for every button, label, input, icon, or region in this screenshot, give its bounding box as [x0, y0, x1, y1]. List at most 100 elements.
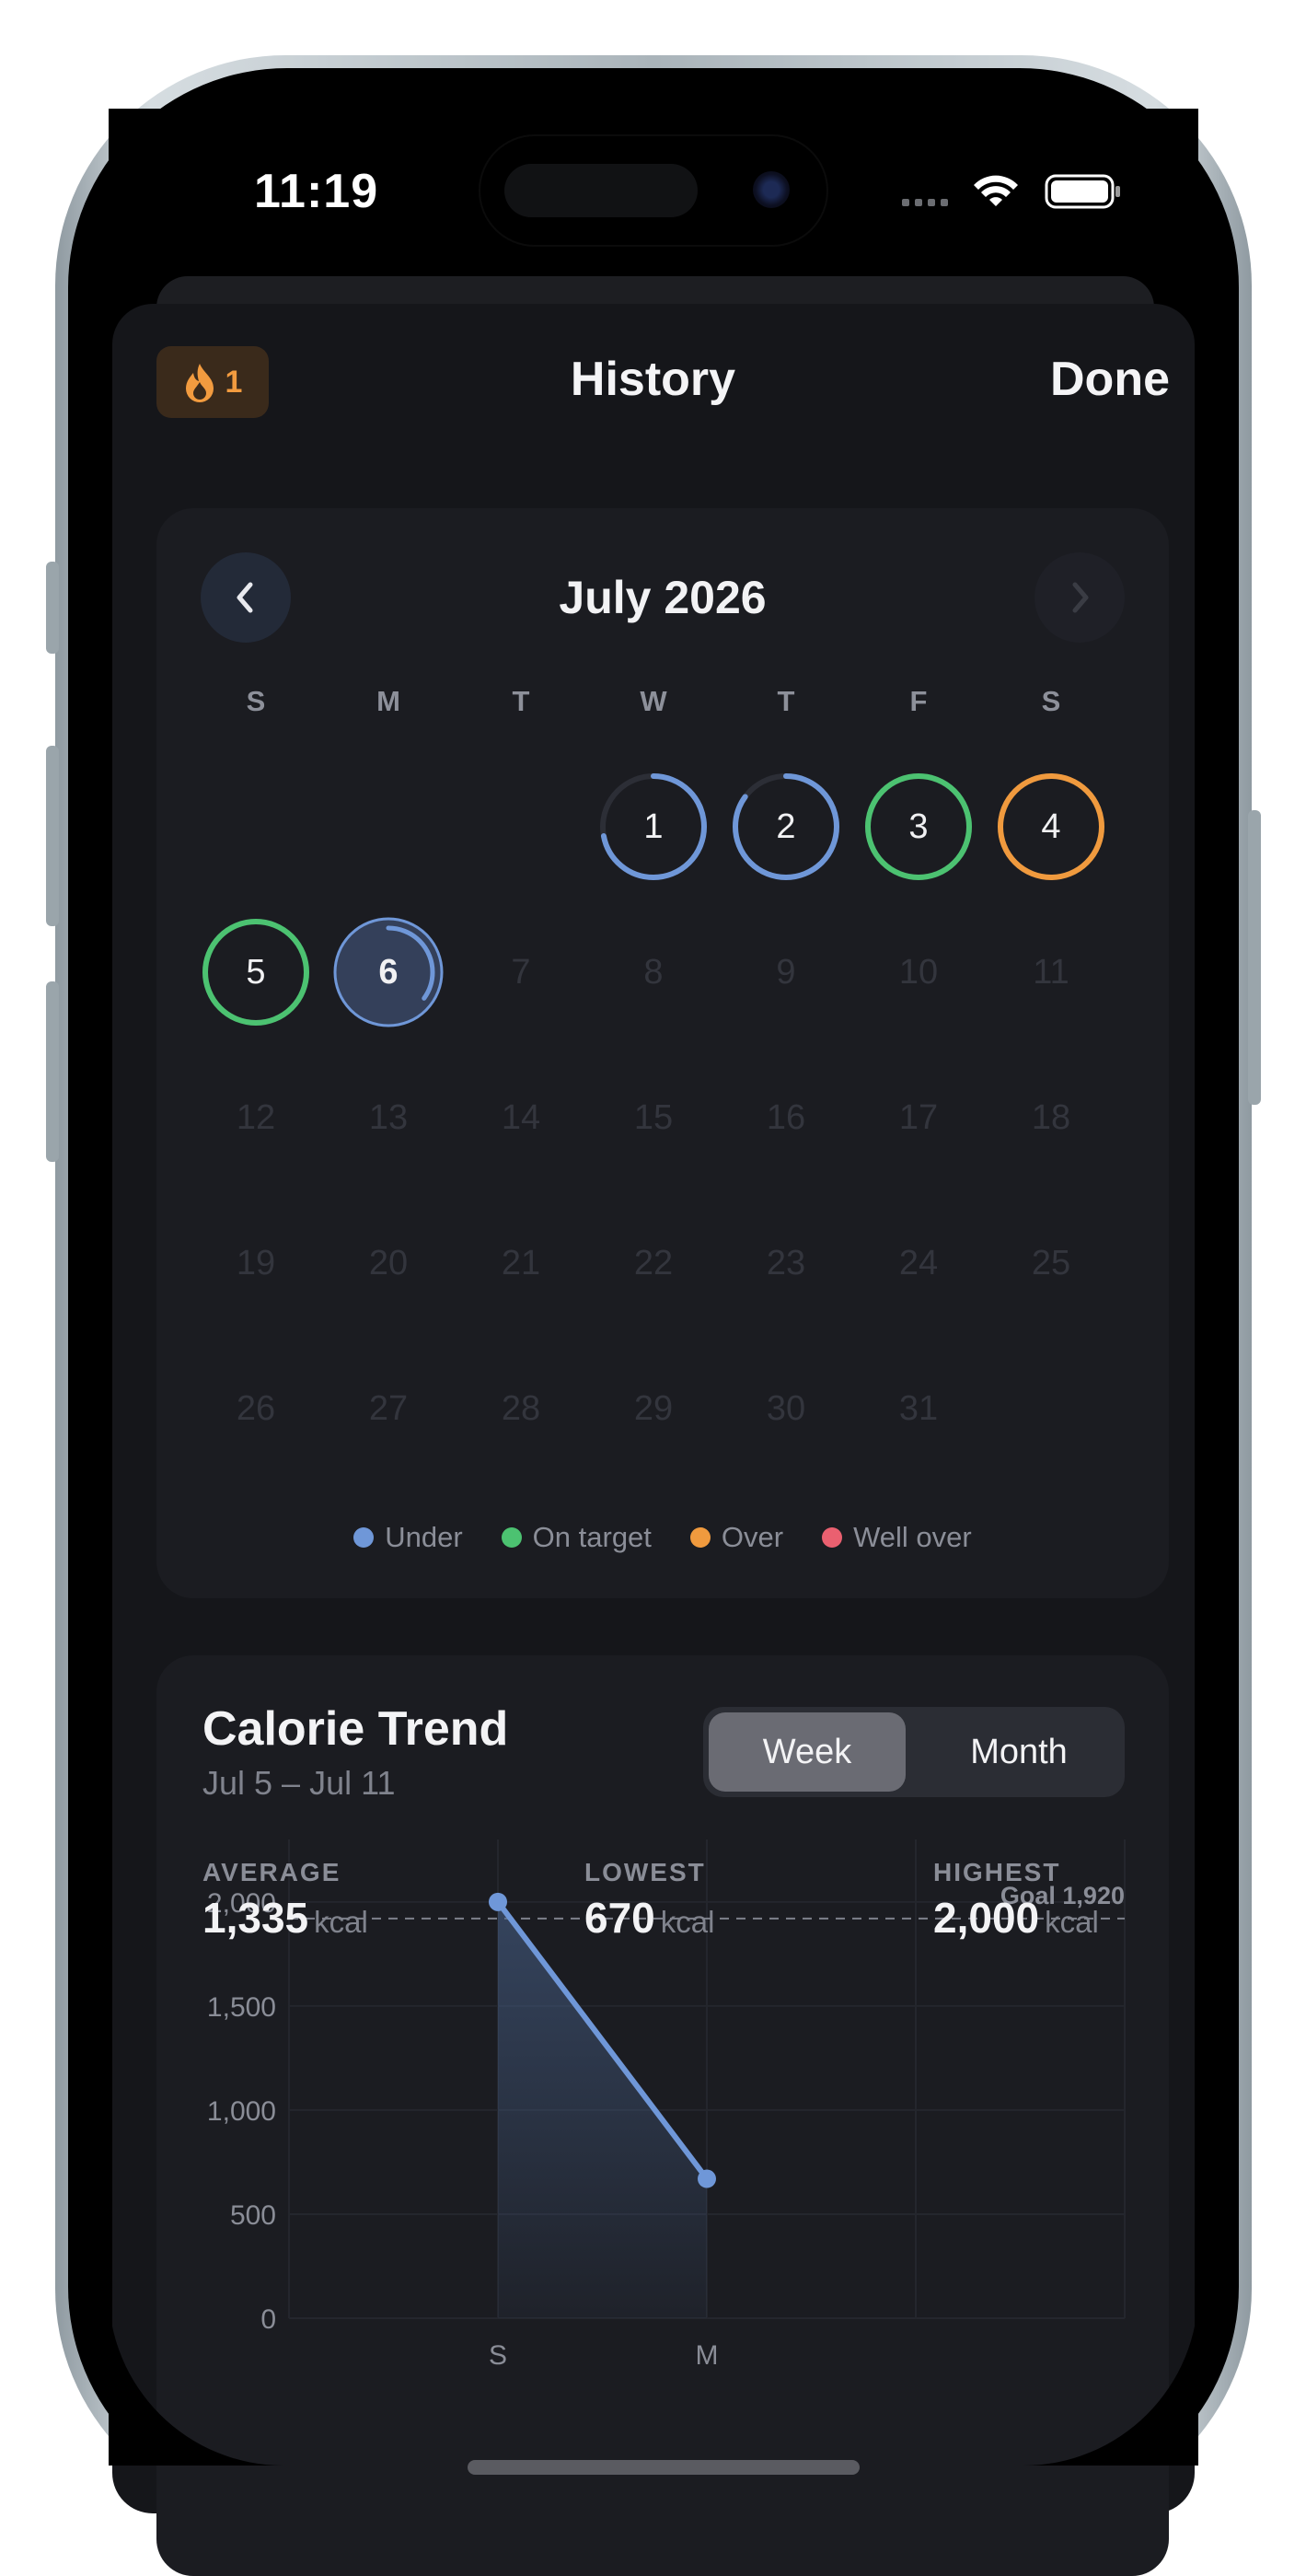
day-number: 12 — [236, 1097, 276, 1137]
day-number: 26 — [236, 1388, 276, 1428]
stat-value: 2,000 — [933, 1894, 1040, 1942]
day-number: 30 — [766, 1388, 806, 1428]
home-indicator[interactable] — [468, 2460, 860, 2475]
day-number: 2 — [776, 806, 796, 846]
calendar-day-12: 12 — [190, 1051, 322, 1184]
calendar-day-18: 18 — [985, 1051, 1117, 1184]
calendar-day-13: 13 — [322, 1051, 455, 1184]
y-tick-label: 500 — [230, 2200, 276, 2231]
volume-up-button — [46, 746, 59, 926]
calendar-day-2[interactable]: 2 — [720, 760, 852, 893]
x-tick-label: M — [696, 2340, 719, 2371]
volume-down-button — [46, 981, 59, 1162]
stat-lowest: LOWEST 670 kcal — [584, 1858, 714, 1943]
calendar-day-8: 8 — [587, 906, 720, 1039]
day-number: 17 — [898, 1097, 939, 1137]
legend-dot — [689, 1527, 711, 1548]
calendar-day-23: 23 — [720, 1197, 852, 1329]
weekday-label: T — [777, 685, 795, 717]
day-number: 8 — [643, 952, 664, 992]
legend-item: Well over — [822, 1521, 972, 1554]
weekday-label: S — [246, 685, 266, 717]
day-number: 9 — [776, 952, 796, 992]
stat-label: HIGHEST — [933, 1858, 1061, 1886]
day-number: 23 — [766, 1243, 806, 1282]
weekday-label: F — [909, 685, 928, 717]
period-segmented-control: Week Month — [703, 1707, 1125, 1797]
day-number: 27 — [368, 1388, 409, 1428]
legend-label: Under — [385, 1521, 463, 1553]
legend-item: Over — [689, 1521, 783, 1554]
day-number: 15 — [633, 1097, 674, 1137]
day-number: 20 — [368, 1243, 409, 1282]
calendar-day-14: 14 — [455, 1051, 587, 1184]
trend-date-range: Jul 5 – Jul 11 — [202, 1764, 396, 1802]
battery-icon — [1045, 174, 1120, 209]
legend-dot — [353, 1527, 375, 1548]
island-pill — [504, 164, 698, 217]
segment-week[interactable]: Week — [709, 1712, 906, 1792]
month-label: July 2026 — [559, 572, 767, 623]
calendar-day-4[interactable]: 4 — [985, 760, 1117, 893]
day-number: 14 — [501, 1097, 541, 1137]
data-point-S — [489, 1892, 507, 1911]
day-number: 25 — [1031, 1243, 1071, 1282]
weekday-label: M — [376, 685, 400, 717]
trend-title: Calorie Trend — [202, 1702, 509, 1756]
calendar-day-27: 27 — [322, 1342, 455, 1475]
legend-label: Well over — [853, 1521, 972, 1553]
calendar-day-24: 24 — [852, 1197, 985, 1329]
calendar-card: July 2026 SMTWTFS 1 2 3 4 5 6 7 8 9 10 11 12 13 14 15 1… — [156, 508, 1169, 1598]
legend-item: On target — [501, 1521, 652, 1554]
calendar-day-5[interactable]: 5 — [190, 906, 322, 1039]
calendar-day-6[interactable]: 6 — [322, 906, 455, 1039]
day-number: 13 — [368, 1097, 409, 1137]
calendar-day-3[interactable]: 3 — [852, 760, 985, 893]
stat-unit: kcal — [1045, 1905, 1099, 1939]
day-number: 18 — [1031, 1097, 1071, 1137]
weekday-label: T — [512, 685, 530, 717]
day-number: 31 — [898, 1388, 939, 1428]
day-number: 22 — [633, 1243, 674, 1282]
calendar-day-25: 25 — [985, 1197, 1117, 1329]
x-tick-label: S — [489, 2340, 507, 2371]
calendar-day-26: 26 — [190, 1342, 322, 1475]
stat-value: 670 — [584, 1894, 655, 1942]
y-tick-label: 1,000 — [207, 2096, 276, 2127]
calendar-day-1[interactable]: 1 — [587, 760, 720, 893]
calendar-day-9: 9 — [720, 906, 852, 1039]
calendar-day-10: 10 — [852, 906, 985, 1039]
day-number: 5 — [246, 952, 266, 992]
calendar-day-28: 28 — [455, 1342, 587, 1475]
legend-dot — [501, 1527, 522, 1548]
day-number: 19 — [236, 1243, 276, 1282]
segment-month[interactable]: Month — [920, 1712, 1117, 1792]
day-number: 11 — [1033, 952, 1069, 992]
day-number: 1 — [643, 806, 664, 846]
action-button — [46, 562, 59, 654]
dynamic-island — [480, 136, 826, 245]
next-month-button[interactable] — [1034, 552, 1125, 643]
stat-value: 1,335 — [202, 1894, 309, 1942]
stat-label: LOWEST — [584, 1858, 706, 1886]
y-tick-label: 0 — [260, 2304, 276, 2335]
calendar-day-7: 7 — [455, 906, 587, 1039]
day-number: 16 — [766, 1097, 806, 1137]
calendar-day-16: 16 — [720, 1051, 852, 1184]
weekday-label: S — [1041, 685, 1061, 717]
power-button — [1248, 810, 1261, 1105]
stat-unit: kcal — [660, 1905, 715, 1939]
calendar-day-29: 29 — [587, 1342, 720, 1475]
status-icons — [902, 174, 1120, 209]
day-number: 6 — [378, 952, 399, 992]
chevron-right-icon — [1072, 582, 1089, 613]
day-number: 7 — [511, 952, 531, 992]
calendar-day-22: 22 — [587, 1197, 720, 1329]
legend: Under On target Over Well over — [156, 1521, 1169, 1554]
done-button[interactable]: Done — [1050, 352, 1170, 407]
stat-highest: HIGHEST 2,000 kcal — [933, 1858, 1099, 1943]
stat-label: AVERAGE — [202, 1858, 341, 1886]
stat-unit: kcal — [314, 1905, 368, 1939]
day-number: 24 — [898, 1243, 939, 1282]
calendar-day-15: 15 — [587, 1051, 720, 1184]
